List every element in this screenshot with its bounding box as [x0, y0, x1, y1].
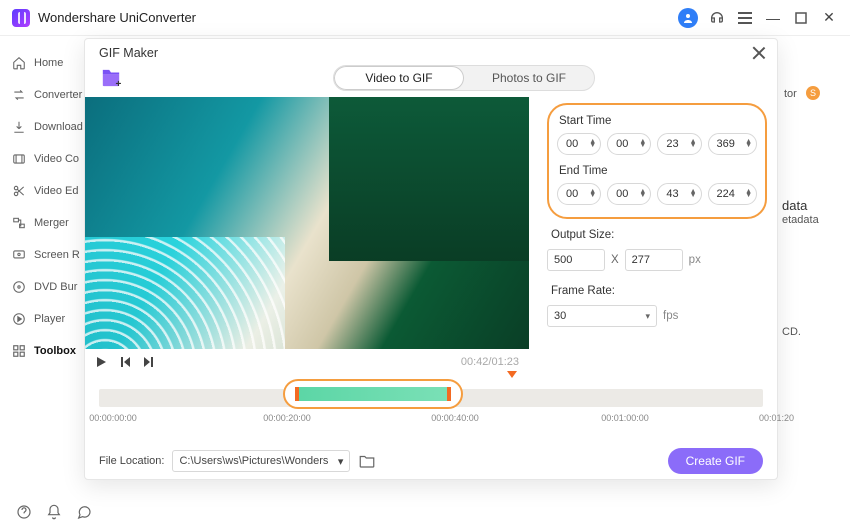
- playback-time: 00:42/01:23: [461, 356, 519, 368]
- feedback-icon[interactable]: [76, 504, 92, 520]
- file-location-select[interactable]: C:\Users\ws\Pictures\Wonders▾: [172, 450, 350, 472]
- frame-rate-label: Frame Rate:: [551, 285, 767, 297]
- ghost-text: CD.: [782, 326, 801, 338]
- sidebar-item-toolbox[interactable]: Toolbox: [12, 338, 90, 364]
- timeline-scale: 00:00:00:00 00:00:20:00 00:00:40:00 00:0…: [99, 409, 763, 425]
- sidebar-item-download[interactable]: Download: [12, 114, 90, 140]
- chevron-down-icon: ▾: [338, 455, 344, 468]
- modal-close-icon[interactable]: [751, 45, 767, 61]
- time-range-group: Start Time 00▲▼ 00▲▼ 23▲▼ 369▲▼ End Time…: [547, 103, 767, 219]
- create-gif-button[interactable]: Create GIF: [668, 448, 763, 474]
- app-logo: [12, 9, 30, 27]
- sidebar-item-label: Converter: [34, 89, 82, 101]
- end-min-stepper[interactable]: 00▲▼: [607, 183, 651, 205]
- sidebar-item-video-compress[interactable]: Video Co: [12, 146, 90, 172]
- account-icon[interactable]: [678, 8, 698, 28]
- app-title: Wondershare UniConverter: [38, 10, 196, 25]
- gif-maker-modal: GIF Maker + Video to GIF Photos to GIF 0…: [84, 38, 778, 480]
- support-icon[interactable]: [708, 9, 726, 27]
- video-preview[interactable]: [85, 97, 529, 349]
- chevron-down-icon: ▾: [645, 311, 650, 322]
- sidebar-item-label: Home: [34, 57, 63, 69]
- end-time-label: End Time: [559, 165, 757, 177]
- end-ms-stepper[interactable]: 224▲▼: [708, 183, 758, 205]
- title-bar: Wondershare UniConverter — ✕: [0, 0, 850, 36]
- tab-video-to-gif[interactable]: Video to GIF: [334, 66, 464, 90]
- sidebar-item-converter[interactable]: Converter: [12, 82, 90, 108]
- timeline: 00:00:00:00 00:00:20:00 00:00:40:00 00:0…: [99, 379, 763, 425]
- sidebar: Home Converter Download Video Co Video E…: [0, 36, 90, 527]
- browse-folder-icon[interactable]: [358, 452, 376, 470]
- output-width-input[interactable]: 500: [547, 249, 605, 271]
- start-sec-stepper[interactable]: 23▲▼: [657, 133, 701, 155]
- sidebar-item-video-editor[interactable]: Video Ed: [12, 178, 90, 204]
- prev-frame-icon[interactable]: [119, 356, 131, 368]
- start-ms-stepper[interactable]: 369▲▼: [708, 133, 758, 155]
- sidebar-item-home[interactable]: Home: [12, 50, 90, 76]
- minimize-icon[interactable]: —: [764, 9, 782, 27]
- close-icon[interactable]: ✕: [820, 9, 838, 27]
- settings-pane: Start Time 00▲▼ 00▲▼ 23▲▼ 369▲▼ End Time…: [529, 97, 779, 371]
- badge-icon: S: [806, 86, 820, 100]
- preview-pane: 00:42/01:23: [85, 97, 529, 371]
- next-frame-icon[interactable]: [143, 356, 155, 368]
- fps-unit: fps: [663, 310, 678, 322]
- tab-photos-to-gif[interactable]: Photos to GIF: [464, 66, 594, 90]
- output-size-label: Output Size:: [551, 229, 767, 241]
- add-file-button[interactable]: +: [99, 67, 123, 89]
- notification-icon[interactable]: [46, 504, 62, 520]
- output-height-input[interactable]: 277: [625, 249, 683, 271]
- sidebar-item-label: Toolbox: [34, 345, 76, 357]
- sidebar-item-dvd-burner[interactable]: DVD Bur: [12, 274, 90, 300]
- maximize-icon[interactable]: [792, 9, 810, 27]
- dimension-x: X: [611, 254, 619, 266]
- modal-footer: File Location: C:\Users\ws\Pictures\Wond…: [85, 443, 777, 479]
- play-icon[interactable]: [95, 356, 107, 368]
- selection-range[interactable]: [283, 379, 463, 409]
- start-hour-stepper[interactable]: 00▲▼: [557, 133, 601, 155]
- start-min-stepper[interactable]: 00▲▼: [607, 133, 651, 155]
- status-bar: [0, 497, 92, 527]
- px-unit: px: [689, 254, 701, 266]
- ghost-text: tor: [784, 88, 797, 100]
- end-sec-stepper[interactable]: 43▲▼: [657, 183, 701, 205]
- start-time-label: Start Time: [559, 115, 757, 127]
- menu-icon[interactable]: [736, 9, 754, 27]
- end-hour-stepper[interactable]: 00▲▼: [557, 183, 601, 205]
- sidebar-item-label: Screen R: [34, 249, 80, 261]
- sidebar-item-label: Video Co: [34, 153, 79, 165]
- playhead-icon[interactable]: [507, 371, 517, 378]
- frame-rate-select[interactable]: 30▾: [547, 305, 657, 327]
- sidebar-item-label: Player: [34, 313, 65, 325]
- ghost-text: data: [782, 198, 807, 213]
- sidebar-item-label: Video Ed: [34, 185, 78, 197]
- svg-text:+: +: [116, 79, 122, 88]
- sidebar-item-label: Download: [34, 121, 83, 133]
- help-icon[interactable]: [16, 504, 32, 520]
- mode-tabs: Video to GIF Photos to GIF: [333, 65, 595, 91]
- ghost-text: etadata: [782, 214, 819, 226]
- sidebar-item-label: DVD Bur: [34, 281, 77, 293]
- file-location-label: File Location:: [99, 455, 164, 467]
- sidebar-item-label: Merger: [34, 217, 69, 229]
- sidebar-item-player[interactable]: Player: [12, 306, 90, 332]
- sidebar-item-screen-recorder[interactable]: Screen R: [12, 242, 90, 268]
- sidebar-item-merger[interactable]: Merger: [12, 210, 90, 236]
- modal-title: GIF Maker: [99, 46, 158, 60]
